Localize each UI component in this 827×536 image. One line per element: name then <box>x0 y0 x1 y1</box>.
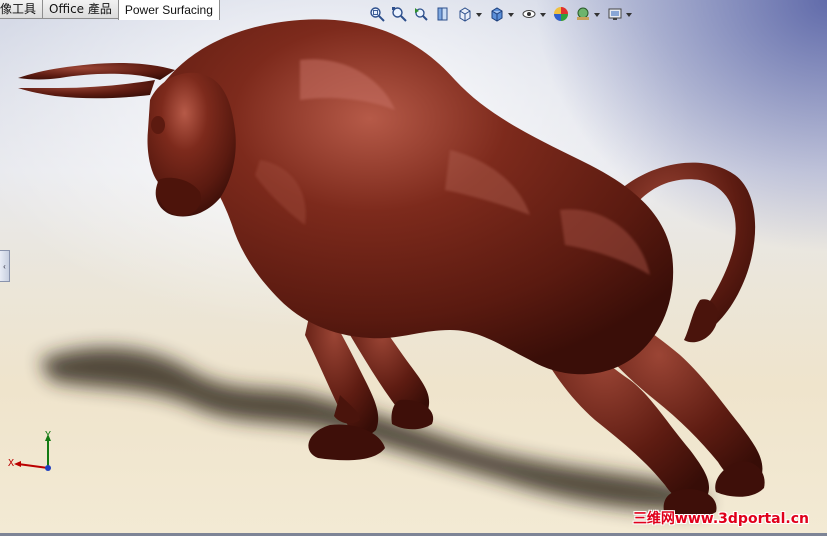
apply-scene-icon[interactable] <box>574 5 592 23</box>
hide-show-dropdown-icon[interactable] <box>540 13 546 17</box>
edit-appearance-icon[interactable] <box>552 5 570 23</box>
bull-eye <box>151 116 165 134</box>
bull-tail-tuft <box>684 299 718 343</box>
y-axis-label: Y <box>45 430 52 441</box>
hide-show-items-icon[interactable] <box>520 5 538 23</box>
bull-model[interactable] <box>0 0 827 536</box>
apply-scene-dropdown-icon[interactable] <box>594 13 600 17</box>
horn-lower <box>18 80 155 99</box>
horn-upper <box>18 63 175 80</box>
watermark-text: 三维网www.3dportal.cn <box>632 511 809 527</box>
zoom-to-fit-icon[interactable] <box>368 5 386 23</box>
chevron-left-icon: ‹ <box>3 261 6 271</box>
axis-triad: X Y <box>4 428 64 478</box>
view-settings-icon[interactable] <box>606 5 624 23</box>
display-style-dropdown-icon[interactable] <box>508 13 514 17</box>
previous-view-icon[interactable] <box>412 5 430 23</box>
x-axis-label: X <box>8 458 15 469</box>
heads-up-view-toolbar <box>368 5 638 23</box>
section-view-icon[interactable] <box>434 5 452 23</box>
panel-collapse-handle[interactable]: ‹ <box>0 250 10 282</box>
tab-power-surfacing[interactable]: Power Surfacing <box>117 0 220 20</box>
bull-body <box>150 19 674 375</box>
display-style-icon[interactable] <box>488 5 506 23</box>
view-orientation-icon[interactable] <box>456 5 474 23</box>
tab-office-products[interactable]: Office 產品 <box>42 0 119 19</box>
view-settings-dropdown-icon[interactable] <box>626 13 632 17</box>
zoom-to-area-icon[interactable] <box>390 5 408 23</box>
tab-image-tools[interactable]: 像工具 <box>0 0 44 19</box>
command-manager-tabs: 像工具 Office 產品 Power Surfacing <box>0 0 220 21</box>
view-orientation-dropdown-icon[interactable] <box>476 13 482 17</box>
